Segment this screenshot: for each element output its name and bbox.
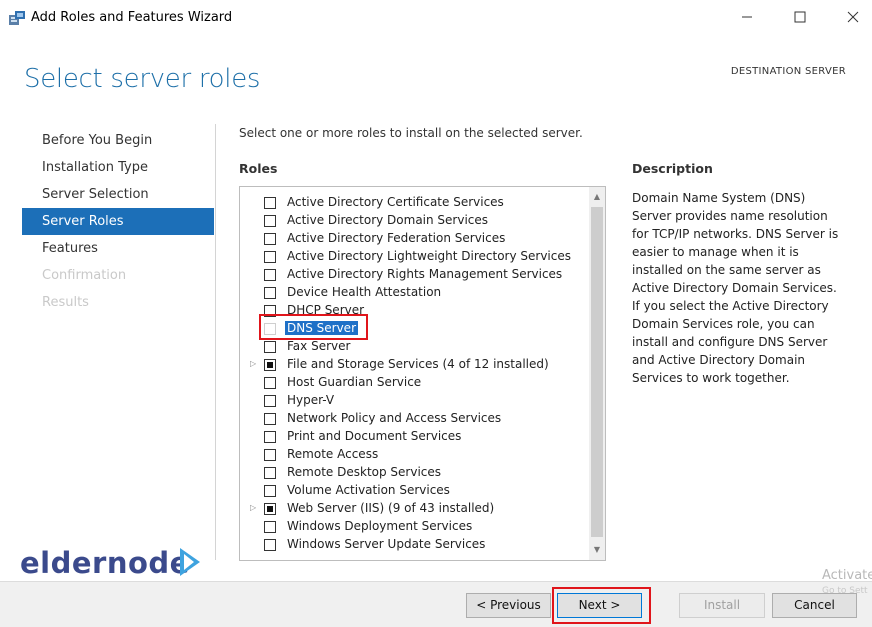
role-checkbox[interactable] [264,359,276,371]
role-row[interactable]: Network Policy and Access Services [240,410,580,428]
cancel-button[interactable]: Cancel [772,593,857,618]
role-row[interactable]: Windows Deployment Services [240,518,580,536]
nav-item-server-roles[interactable]: Server Roles [22,208,214,235]
role-label: Host Guardian Service [287,375,422,389]
page-title: Select server roles [24,64,261,94]
role-label: Fax Server [287,339,351,353]
scrollbar-thumb[interactable] [591,207,603,537]
wizard-nav: Before You Begin Installation Type Serve… [22,127,214,316]
role-checkbox[interactable] [264,413,276,425]
logo-arrow-icon [180,548,200,576]
close-button[interactable] [841,6,865,30]
role-row[interactable]: Device Health Attestation [240,284,580,302]
scroll-up-arrow-icon[interactable]: ▲ [589,189,605,205]
role-row[interactable]: Remote Desktop Services [240,464,580,482]
role-checkbox[interactable] [264,449,276,461]
role-row[interactable]: Remote Access [240,446,580,464]
role-label: Active Directory Lightweight Directory S… [287,249,571,263]
role-label: Active Directory Certificate Services [287,195,504,209]
role-label: Active Directory Rights Management Servi… [287,267,563,281]
role-checkbox[interactable] [264,197,276,209]
role-row[interactable]: Active Directory Lightweight Directory S… [240,248,580,266]
maximize-icon [794,11,806,23]
role-label: Device Health Attestation [287,285,442,299]
previous-button[interactable]: < Previous [466,593,551,618]
description-heading: Description [632,161,713,176]
next-button-highlight-box [552,587,651,624]
role-checkbox[interactable] [264,431,276,443]
role-row[interactable]: Volume Activation Services [240,482,580,500]
role-checkbox[interactable] [264,377,276,389]
activate-watermark: Activate [822,568,872,583]
roles-heading: Roles [239,161,278,176]
role-checkbox[interactable] [264,215,276,227]
logo-text: eldernode [20,546,190,580]
role-label: Windows Server Update Services [287,537,486,551]
role-label: Remote Desktop Services [287,465,442,479]
role-checkbox[interactable] [264,521,276,533]
role-label: File and Storage Services (4 of 12 insta… [287,357,549,371]
role-row[interactable]: Active Directory Rights Management Servi… [240,266,580,284]
role-row[interactable]: ▷ File and Storage Services (4 of 12 inst… [240,356,580,374]
role-checkbox[interactable] [264,269,276,281]
expand-arrow-icon[interactable]: ▷ [250,359,256,368]
role-label: Hyper-V [287,393,335,407]
role-row[interactable]: Active Directory Certificate Services [240,194,580,212]
server-manager-icon [9,11,25,25]
role-label: Print and Document Services [287,429,462,443]
role-row[interactable]: ▷ Web Server (IIS) (9 of 43 installed) [240,500,580,518]
maximize-button[interactable] [788,6,812,30]
role-checkbox[interactable] [264,503,276,515]
role-checkbox[interactable] [264,467,276,479]
dns-server-highlight-box [259,314,368,340]
role-row[interactable]: Hyper-V [240,392,580,410]
nav-item-confirmation: Confirmation [42,268,127,283]
role-label: Volume Activation Services [287,483,450,497]
nav-divider [215,124,216,560]
roles-listbox[interactable]: Active Directory Certificate Services Act… [239,186,606,561]
window-title: Add Roles and Features Wizard [31,10,233,25]
role-row[interactable]: Fax Server [240,338,580,356]
nav-item-server-selection[interactable]: Server Selection [22,181,214,208]
role-row[interactable]: Active Directory Federation Services [240,230,580,248]
install-button: Install [679,593,765,618]
role-row[interactable]: Windows Server Update Services [240,536,580,554]
role-checkbox[interactable] [264,485,276,497]
role-row[interactable]: Host Guardian Service [240,374,580,392]
role-checkbox[interactable] [264,287,276,299]
nav-item-installation-type[interactable]: Installation Type [22,154,214,181]
instruction-text: Select one or more roles to install on t… [239,126,583,140]
role-label: Windows Deployment Services [287,519,473,533]
nav-item-before-you-begin[interactable]: Before You Begin [22,127,214,154]
role-label: Web Server (IIS) (9 of 43 installed) [287,501,495,515]
role-checkbox[interactable] [264,539,276,551]
role-label: Network Policy and Access Services [287,411,502,425]
nav-item-results: Results [42,295,89,310]
role-checkbox[interactable] [264,395,276,407]
nav-item-features[interactable]: Features [22,235,214,262]
role-checkbox[interactable] [264,341,276,353]
description-text: Domain Name System (DNS) Server provides… [632,191,839,385]
role-checkbox[interactable] [264,251,276,263]
destination-server-label: DESTINATION SERVER [730,66,846,77]
minimize-button[interactable] [735,6,759,30]
role-checkbox[interactable] [264,233,276,245]
role-label: Remote Access [287,447,379,461]
scroll-down-arrow-icon[interactable]: ▼ [589,542,605,558]
minimize-icon [742,16,752,18]
role-label: Active Directory Federation Services [287,231,506,245]
activate-watermark-sub: Go to Sett [822,586,868,596]
close-icon [847,11,859,23]
expand-arrow-icon[interactable]: ▷ [250,503,256,512]
title-bar: Add Roles and Features Wizard [0,0,872,36]
roles-scrollbar[interactable]: ▲ ▼ [589,187,605,560]
role-row[interactable]: Active Directory Domain Services [240,212,580,230]
roles-list: Active Directory Certificate Services Act… [240,194,580,554]
role-row[interactable]: Print and Document Services [240,428,580,446]
role-label: Active Directory Domain Services [287,213,489,227]
